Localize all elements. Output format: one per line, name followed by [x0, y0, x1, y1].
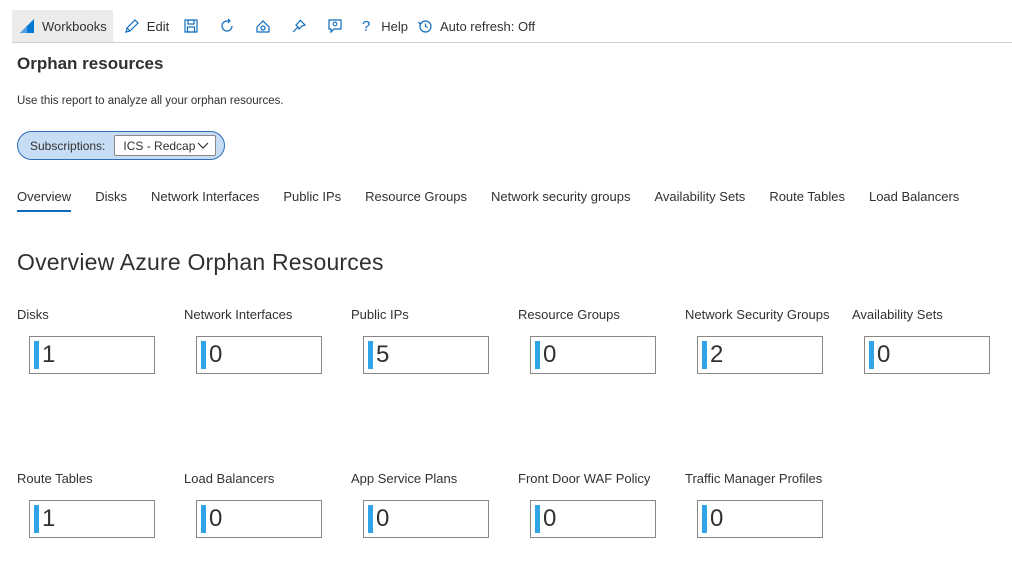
edit-icon: [123, 17, 141, 35]
tile-network-security-groups[interactable]: Network Security Groups 2: [685, 307, 845, 374]
tile-value-box: 0: [363, 500, 489, 538]
tile-value: 0: [209, 505, 223, 532]
tile-value: 0: [877, 341, 891, 368]
overview-title: Overview Azure Orphan Resources: [17, 249, 384, 275]
tile-value-box: 0: [697, 500, 823, 538]
tile-value-box: 5: [363, 336, 489, 374]
tile-value: 0: [376, 505, 390, 532]
help-icon: ?: [362, 17, 371, 35]
feedback-button[interactable]: [317, 10, 353, 42]
subscriptions-dropdown[interactable]: ICS - Redcap: [114, 135, 217, 156]
subscriptions-value: ICS - Redcap: [123, 138, 196, 153]
tab-public-ips[interactable]: Public IPs: [283, 186, 341, 212]
tab-network-interfaces[interactable]: Network Interfaces: [151, 186, 259, 212]
tile-label: Disks: [17, 307, 49, 322]
tab-load-balancers[interactable]: Load Balancers: [869, 186, 959, 212]
share-button[interactable]: [245, 10, 281, 42]
tile-availability-sets[interactable]: Availability Sets 0: [852, 307, 1012, 374]
tile-value-box: 1: [29, 336, 155, 374]
chevron-down-icon: [197, 139, 209, 153]
tile-accent-bar: [368, 505, 373, 533]
tile-label: Traffic Manager Profiles: [685, 471, 823, 486]
tile-accent-bar: [201, 341, 206, 369]
page-description: Use this report to analyze all your orph…: [17, 95, 284, 107]
tile-value: 0: [209, 341, 223, 368]
tab-availability-sets[interactable]: Availability Sets: [655, 186, 746, 212]
tile-value: 2: [710, 341, 724, 368]
help-label: Help: [381, 18, 408, 34]
pin-icon: [290, 17, 308, 35]
tab-disks[interactable]: Disks: [95, 186, 127, 212]
tab-route-tables[interactable]: Route Tables: [769, 186, 845, 212]
tile-label: Resource Groups: [518, 307, 620, 322]
tile-accent-bar: [34, 341, 39, 369]
auto-refresh-icon: [416, 17, 434, 35]
tile-traffic-manager-profiles[interactable]: Traffic Manager Profiles 0: [685, 471, 845, 538]
tile-load-balancers[interactable]: Load Balancers 0: [184, 471, 344, 538]
tile-accent-bar: [535, 341, 540, 369]
tile-route-tables[interactable]: Route Tables 1: [17, 471, 177, 538]
tile-label: Availability Sets: [852, 307, 943, 322]
pin-button[interactable]: [281, 10, 317, 42]
tile-label: Load Balancers: [184, 471, 275, 486]
edit-label: Edit: [146, 18, 170, 34]
tile-value: 0: [543, 505, 557, 532]
tile-value-box: 2: [697, 336, 823, 374]
auto-refresh-button[interactable]: Auto refresh: Off: [412, 10, 539, 42]
tile-value: 5: [376, 341, 390, 368]
tile-accent-bar: [201, 505, 206, 533]
save-icon: [182, 17, 200, 35]
share-icon: [254, 17, 272, 35]
tab-overview[interactable]: Overview: [17, 186, 72, 212]
tile-label: Front Door WAF Policy: [518, 471, 651, 486]
tile-accent-bar: [702, 341, 707, 369]
tile-label: Route Tables: [17, 471, 93, 486]
tile-app-service-plans[interactable]: App Service Plans 0: [351, 471, 511, 538]
tile-value-box: 0: [196, 500, 322, 538]
tile-value: 0: [710, 505, 724, 532]
tile-accent-bar: [34, 505, 39, 533]
tile-label: Network Interfaces: [184, 307, 293, 322]
tab-bar: Overview Disks Network Interfaces Public…: [17, 186, 983, 214]
tile-resource-groups[interactable]: Resource Groups 0: [518, 307, 678, 374]
tile-value: 0: [543, 341, 557, 368]
tile-value-box: 0: [196, 336, 322, 374]
refresh-button[interactable]: [209, 10, 245, 42]
tile-accent-bar: [869, 341, 874, 369]
tile-value: 1: [42, 341, 56, 368]
tab-resource-groups[interactable]: Resource Groups: [365, 186, 467, 212]
help-button[interactable]: ? Help: [353, 10, 412, 42]
tile-label: App Service Plans: [351, 471, 458, 486]
tile-accent-bar: [368, 341, 373, 369]
tab-network-security-groups[interactable]: Network security groups: [491, 186, 630, 212]
refresh-icon: [218, 17, 236, 35]
tile-disks[interactable]: Disks 1: [17, 307, 177, 374]
tile-public-ips[interactable]: Public IPs 5: [351, 307, 511, 374]
tile-front-door-waf-policy[interactable]: Front Door WAF Policy 0: [518, 471, 678, 538]
workbooks-icon: [18, 17, 36, 35]
page-title: Orphan resources: [17, 54, 164, 73]
subscriptions-parameter: Subscriptions: ICS - Redcap: [17, 131, 225, 160]
tile-label: Network Security Groups: [685, 307, 830, 322]
auto-refresh-label: Auto refresh: Off: [439, 18, 536, 34]
save-button[interactable]: [173, 10, 209, 42]
tile-value: 1: [42, 505, 56, 532]
tile-value-box: 0: [530, 336, 656, 374]
tile-accent-bar: [702, 505, 707, 533]
workbooks-button[interactable]: Workbooks: [12, 10, 113, 42]
tile-accent-bar: [535, 505, 540, 533]
tile-value-box: 0: [530, 500, 656, 538]
tile-value-box: 1: [29, 500, 155, 538]
workbooks-label: Workbooks: [42, 18, 107, 34]
feedback-icon: [326, 17, 344, 35]
subscriptions-label: Subscriptions:: [30, 138, 106, 153]
tile-label: Public IPs: [351, 307, 409, 322]
tile-network-interfaces[interactable]: Network Interfaces 0: [184, 307, 344, 374]
tile-value-box: 0: [864, 336, 990, 374]
workbook-toolbar: Workbooks Edit ? Help Auto refresh: Off: [12, 10, 1012, 43]
edit-button[interactable]: Edit: [119, 10, 173, 42]
